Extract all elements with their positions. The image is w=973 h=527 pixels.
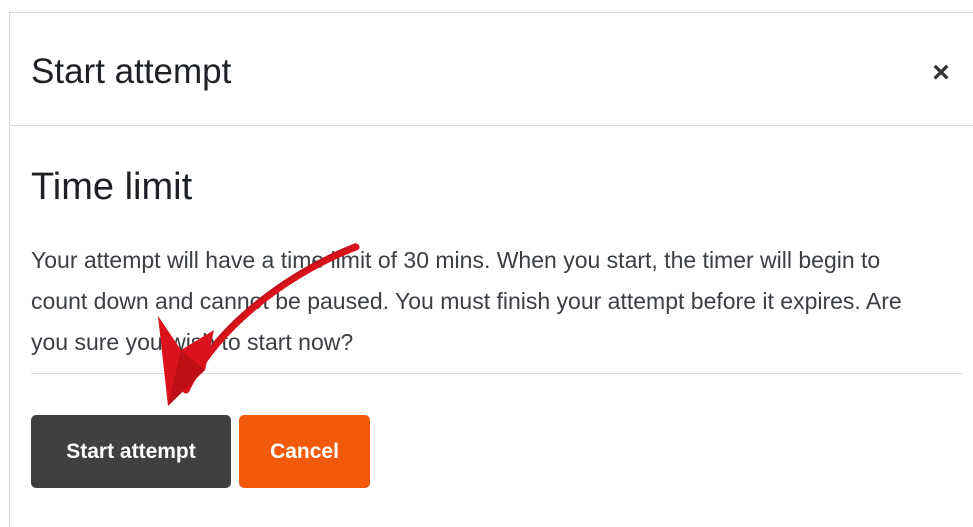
dialog-title: Start attempt bbox=[31, 52, 232, 91]
start-attempt-dialog: Start attempt × Time limit Your attempt … bbox=[9, 12, 973, 527]
dialog-header: Start attempt × bbox=[10, 13, 973, 126]
divider bbox=[31, 373, 963, 374]
time-limit-heading: Time limit bbox=[31, 166, 193, 208]
page: Start attempt × Time limit Your attempt … bbox=[0, 0, 973, 527]
time-limit-description: Your attempt will have a time limit of 3… bbox=[31, 247, 902, 355]
cancel-button[interactable]: Cancel bbox=[239, 415, 370, 488]
close-button[interactable]: × bbox=[921, 53, 961, 93]
close-icon: × bbox=[932, 56, 950, 89]
start-attempt-button[interactable]: Start attempt bbox=[31, 415, 231, 488]
